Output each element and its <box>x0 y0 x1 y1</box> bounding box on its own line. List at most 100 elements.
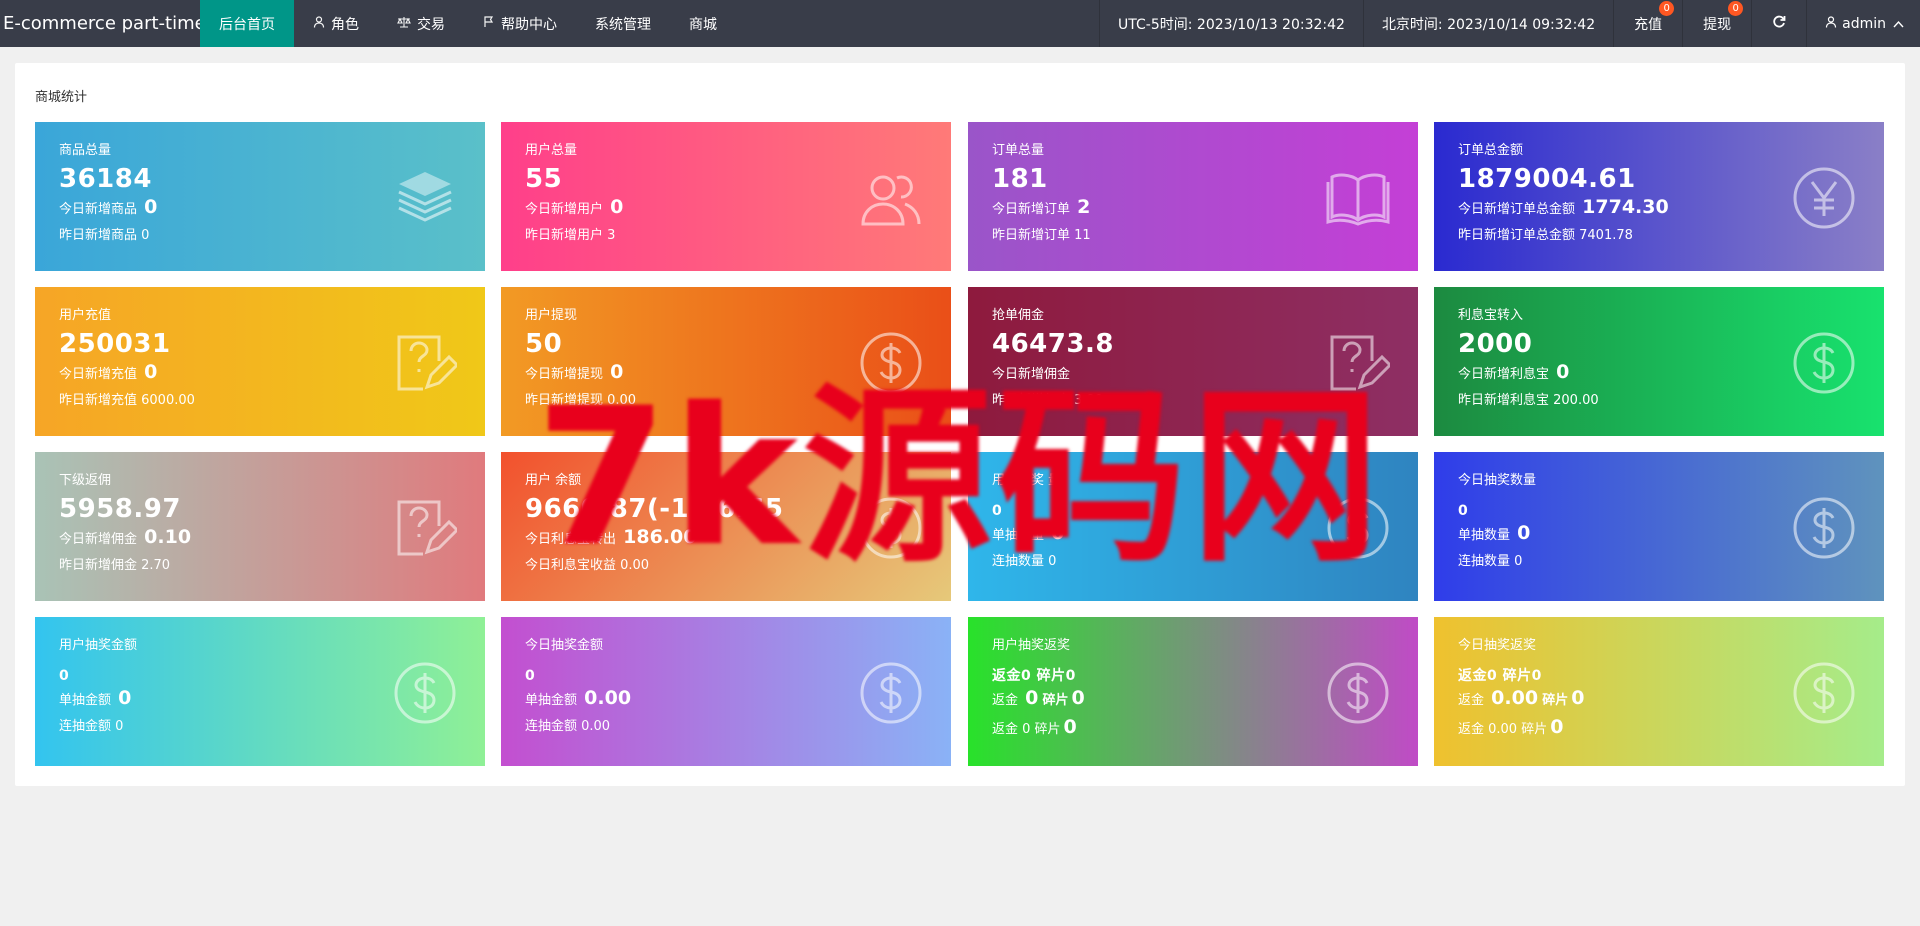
nav-item-system[interactable]: 系统管理 <box>576 0 670 47</box>
tile-row1-value: 1774.30 <box>1582 196 1669 218</box>
nav-item-label: 帮助中心 <box>501 16 557 33</box>
dollar-icon <box>1792 661 1856 725</box>
nav-item-dashboard[interactable]: 后台首页 <box>200 0 294 47</box>
stat-tile: 用户抽奖金额 0 单抽金额 0 连抽金额 0 <box>35 617 485 766</box>
tile-row2-value: 0 <box>1063 716 1077 738</box>
edit-help-icon <box>393 496 460 560</box>
nav-item-label: 商城 <box>689 16 717 33</box>
tile-row2-value: 0 <box>1550 716 1564 738</box>
user-name: admin <box>1842 15 1886 32</box>
tile-row1-label: 今日新增订单总金额 <box>1458 202 1576 217</box>
stat-tile: 订单总金额 1879004.61 今日新增订单总金额 1774.30 昨日新增订单总金… <box>1434 122 1884 271</box>
tile-row1-value: 2 <box>1077 196 1091 218</box>
tile-row2-text: 昨日新增订单 11 <box>992 228 1091 243</box>
recharge-label: 充值 <box>1634 16 1663 33</box>
tile-row2-text: 连抽金额 0 <box>59 719 124 734</box>
watermark-text: 7k源码网 <box>535 366 1385 588</box>
withdraw-badge: 0 <box>1728 1 1744 16</box>
refresh-icon <box>1772 15 1786 33</box>
user-icon <box>313 15 325 32</box>
tile-row1-value: 0 <box>144 196 158 218</box>
tile-row1-sub-label: 碎片 <box>1542 693 1569 708</box>
recharge-link[interactable]: 充值 0 <box>1613 0 1682 47</box>
beijing-time: 北京时间: 2023/10/14 09:32:42 <box>1362 0 1613 47</box>
nav-item-role[interactable]: 角色 <box>294 0 378 47</box>
tile-row1-value: 0 <box>1556 361 1570 383</box>
tile-title: 用户总量 <box>525 143 578 158</box>
yen-icon <box>1792 166 1856 230</box>
tile-row1-value: 0.00 <box>584 687 632 709</box>
flag-icon <box>483 15 495 32</box>
stat-tile: 订单总量 181 今日新增订单 2 昨日新增订单 11 <box>968 122 1418 271</box>
stat-tile: 用户抽奖返奖 返金0 碎片0 返金 0 碎片 0 返金 0 碎片 0 <box>968 617 1418 766</box>
dollar-icon <box>393 661 457 725</box>
tile-row1-label: 今日新增利息宝 <box>1458 367 1550 382</box>
utc-time: UTC-5时间: 2023/10/13 20:32:42 <box>1099 0 1363 47</box>
tile-title: 下级返佣 <box>59 473 112 488</box>
tile-row2-text: 昨日新增用户 3 <box>525 228 616 243</box>
tile-row2-text: 昨日新增佣金 2.70 <box>59 558 171 573</box>
stat-tile: 商品总量 36184 今日新增商品 0 昨日新增商品 0 <box>35 122 485 271</box>
tile-row1-label: 单抽金额 <box>525 693 578 708</box>
tile-row1-label: 今日新增订单 <box>992 202 1071 217</box>
brand-title: E-commerce part-time <box>3 13 206 34</box>
tile-title: 用户充值 <box>59 308 112 323</box>
tile-title: 用户抽奖返奖 <box>992 638 1071 653</box>
dollar-icon <box>859 661 923 725</box>
withdraw-link[interactable]: 提现 0 <box>1682 0 1751 47</box>
tile-row1-value: 0 <box>1025 687 1039 709</box>
tile-title: 利息宝转入 <box>1458 308 1524 323</box>
chevron-up-icon <box>1893 17 1904 31</box>
header-right: UTC-5时间: 2023/10/13 20:32:42 北京时间: 2023/… <box>1099 0 1920 47</box>
tile-row1-value: 0.00 <box>1491 687 1539 709</box>
tile-row1-value: 0.10 <box>144 526 192 548</box>
tile-row2-text: 返金 0 碎片 <box>992 722 1061 737</box>
user-menu[interactable]: admin <box>1806 0 1920 47</box>
tile-row2-text: 连抽金额 0.00 <box>525 719 611 734</box>
withdraw-label: 提现 <box>1703 16 1732 33</box>
stat-tile: 用户充值 250031 今日新增充值 0 昨日新增充值 6000.00 <box>35 287 485 436</box>
stat-tile: 今日抽奖金额 0 单抽金额 0.00 连抽金额 0.00 <box>501 617 951 766</box>
tile-row1-value: 0 <box>144 361 158 383</box>
stat-tile: 用户总量 55 今日新增用户 0 昨日新增用户 3 <box>501 122 951 271</box>
panel-title: 商城统计 <box>35 90 88 105</box>
dollar-icon <box>1326 661 1390 725</box>
users-icon <box>859 166 923 230</box>
user-icon <box>1825 15 1837 32</box>
recharge-badge: 0 <box>1659 1 1675 16</box>
nav-item-label: 角色 <box>331 16 359 33</box>
tile-row1-label: 返金 <box>992 693 1019 708</box>
tile-row1-label: 返金 <box>1458 693 1485 708</box>
tile-row1-label: 今日新增佣金 <box>59 532 138 547</box>
tile-row1-label: 单抽金额 <box>59 693 112 708</box>
nav-item-trade[interactable]: 交易 <box>378 0 464 47</box>
tile-row1-sub-value: 0 <box>1571 687 1585 709</box>
tile-row1-label: 单抽数量 <box>1458 528 1511 543</box>
scale-icon <box>397 16 411 32</box>
tile-title: 商品总量 <box>59 143 112 158</box>
nav-item-label: 系统管理 <box>595 16 651 33</box>
stat-tile: 今日抽奖数量 0 单抽数量 0 连抽数量 0 <box>1434 452 1884 601</box>
tile-row1-label: 今日新增商品 <box>59 202 138 217</box>
dollar-icon <box>1792 331 1856 395</box>
tile-row1-value: 0 <box>1517 522 1531 544</box>
tile-title: 订单总金额 <box>1458 143 1524 158</box>
tile-title: 今日抽奖金额 <box>525 638 604 653</box>
book-icon <box>1326 166 1390 230</box>
edit-help-icon <box>393 331 460 395</box>
nav-item-help[interactable]: 帮助中心 <box>464 0 576 47</box>
tile-row2-text: 昨日新增订单总金额 7401.78 <box>1458 228 1633 243</box>
nav-item-label: 后台首页 <box>219 16 275 33</box>
stat-tile: 下级返佣 5958.97 今日新增佣金 0.10 昨日新增佣金 2.70 <box>35 452 485 601</box>
layers-icon <box>393 166 457 230</box>
tile-row2-text: 昨日新增充值 6000.00 <box>59 393 195 408</box>
refresh-button[interactable] <box>1751 0 1806 47</box>
tile-title: 用户抽奖金额 <box>59 638 138 653</box>
stat-tile: 今日抽奖返奖 返金0 碎片0 返金 0.00 碎片 0 返金 0.00 碎片 0 <box>1434 617 1884 766</box>
tile-row2-text: 返金 0.00 碎片 <box>1458 722 1548 737</box>
nav-item-mall[interactable]: 商城 <box>670 0 736 47</box>
nav-item-label: 交易 <box>417 16 445 33</box>
tile-row2-text: 昨日新增利息宝 200.00 <box>1458 393 1599 408</box>
tile-row2-text: 昨日新增商品 0 <box>59 228 150 243</box>
tile-title: 订单总量 <box>992 143 1045 158</box>
